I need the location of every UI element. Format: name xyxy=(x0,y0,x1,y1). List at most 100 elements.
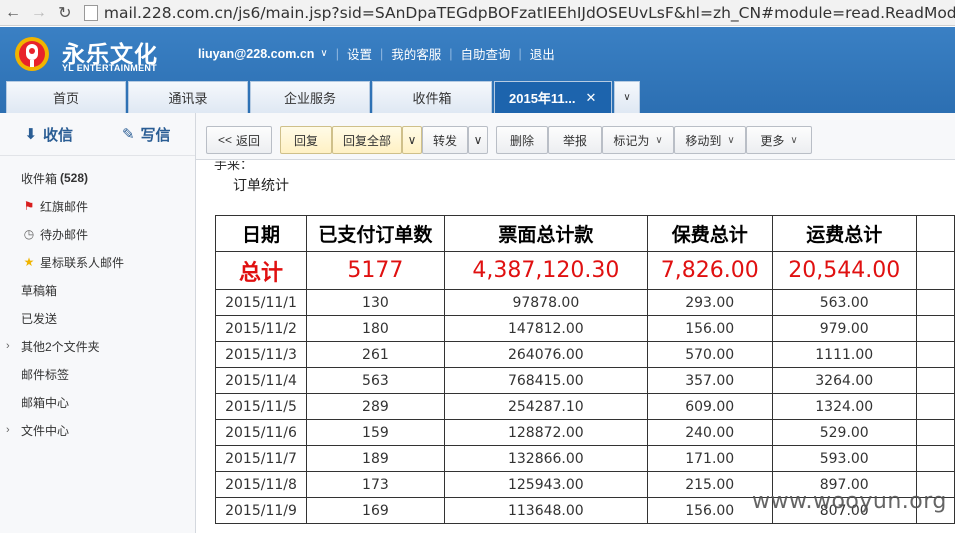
table-cell: 173 xyxy=(306,471,445,498)
table-cell-empty xyxy=(915,419,955,446)
table-cell: 240.00 xyxy=(646,419,773,446)
table-cell: 609.00 xyxy=(646,393,773,420)
brand-logo: 永乐文化 YL ENTERTAINMENT xyxy=(8,33,168,77)
total-cell: 5177 xyxy=(306,251,445,290)
reply-all-button[interactable]: 回复全部 xyxy=(332,126,402,154)
table-cell: 563 xyxy=(306,367,445,394)
table-row: 2015/11/2 180 147812.00 156.00 979.00 xyxy=(214,315,955,342)
url-field[interactable]: mail.228.com.cn/js6/main.jsp?sid=SAnDpaT… xyxy=(104,4,955,22)
self-service-link[interactable]: 自助查询 xyxy=(461,44,511,63)
forward-arrow-icon[interactable]: → xyxy=(26,4,52,22)
more-button[interactable]: 更多 ∨ xyxy=(746,126,812,154)
support-link[interactable]: 我的客服 xyxy=(391,44,441,63)
reload-icon[interactable]: ↻ xyxy=(52,3,78,23)
table-row: 2015/11/1 130 97878.00 293.00 563.00 xyxy=(214,289,955,316)
sidebar-item-drafts[interactable]: 草稿箱 xyxy=(0,276,195,304)
sidebar-item-sent[interactable]: 已发送 xyxy=(0,304,195,332)
mail-subject: 订单统计 xyxy=(233,177,289,193)
order-stats-table: 日期 已支付订单数 票面总计款 保费总计 运费总计 总计 5177 4,387,… xyxy=(214,215,955,524)
table-cell: 254287.10 xyxy=(443,393,648,420)
table-cell: 563.00 xyxy=(771,289,917,316)
mail-toolbar: << 返回 回复 回复全部 ∨ 转发 ∨ 删除 举报 标记为 ∨ 移动到 ∨ 更多 ∨ xyxy=(196,113,955,160)
chevron-down-icon: ∨ xyxy=(655,134,663,146)
table-cell: 130 xyxy=(306,289,445,316)
column-header: 票面总计款 xyxy=(443,215,648,252)
watermark: www.wooyun.org xyxy=(752,489,947,514)
table-cell: 159 xyxy=(306,419,445,446)
write-button[interactable]: ✎ 写信 xyxy=(98,124,196,145)
browser-address-bar: ← → ↻ mail.228.com.cn/js6/main.jsp?sid=S… xyxy=(0,0,955,26)
back-arrow-icon[interactable]: ← xyxy=(0,4,26,22)
table-cell: 189 xyxy=(306,445,445,472)
back-button[interactable]: << 返回 xyxy=(206,126,272,154)
table-cell: 289 xyxy=(306,393,445,420)
receive-button[interactable]: ⬇ 收信 xyxy=(0,124,98,145)
sidebar-item-file-center[interactable]: › 文件中心 xyxy=(0,416,195,444)
chevron-down-icon: ∨ xyxy=(790,134,798,146)
sidebar-item-inbox[interactable]: 收件箱 (528) xyxy=(0,164,195,192)
table-cell: 1111.00 xyxy=(771,341,917,368)
forward-dropdown-icon[interactable]: ∨ xyxy=(468,126,488,154)
top-menu: liuyan@228.com.cn ∨ | 设置 | 我的客服 | 自助查询 |… xyxy=(198,44,555,63)
table-cell: 156.00 xyxy=(646,315,773,342)
tab-active-mail[interactable]: 2015年11... ✕ xyxy=(494,81,612,113)
delete-button[interactable]: 删除 xyxy=(496,126,548,154)
sidebar-item-todo[interactable]: ◷ 待办邮件 xyxy=(0,220,195,248)
table-cell: 132866.00 xyxy=(443,445,648,472)
mark-as-button[interactable]: 标记为 ∨ xyxy=(602,126,674,154)
mail-prev-text: 手来： xyxy=(214,161,254,172)
star-icon: ★ xyxy=(23,255,35,269)
sidebar-item-other-folders[interactable]: › 其他2个文件夹 xyxy=(0,332,195,360)
red-flag-icon: ⚑ xyxy=(23,199,35,213)
chevron-down-icon: ∨ xyxy=(727,134,735,146)
table-cell: 2015/11/6 xyxy=(214,419,308,446)
table-row: 2015/11/7 189 132866.00 171.00 593.00 xyxy=(214,445,955,472)
chevron-right-icon[interactable]: › xyxy=(6,340,10,352)
tab-more-chevron-icon[interactable]: ∨ xyxy=(614,81,640,113)
column-header: 日期 xyxy=(214,215,308,252)
table-cell: 979.00 xyxy=(771,315,917,342)
table-cell: 570.00 xyxy=(646,341,773,368)
edit-icon: ✎ xyxy=(121,126,135,143)
table-cell: 2015/11/1 xyxy=(214,289,308,316)
account-name[interactable]: liuyan@228.com.cn xyxy=(198,47,314,61)
tab-bar: 首页 通讯录 企业服务 收件箱 2015年11... ✕ ∨ xyxy=(6,81,642,113)
chevron-down-icon[interactable]: ∨ xyxy=(320,48,327,59)
table-cell: 593.00 xyxy=(771,445,917,472)
table-cell: 357.00 xyxy=(646,367,773,394)
report-button[interactable]: 举报 xyxy=(548,126,602,154)
logo-subtext: YL ENTERTAINMENT xyxy=(62,63,157,73)
table-cell: 147812.00 xyxy=(443,315,648,342)
forward-button[interactable]: 转发 xyxy=(422,126,468,154)
tab-home[interactable]: 首页 xyxy=(6,81,126,113)
table-row: 2015/11/4 563 768415.00 357.00 3264.00 xyxy=(214,367,955,394)
tab-contacts[interactable]: 通讯录 xyxy=(128,81,248,113)
reply-button[interactable]: 回复 xyxy=(280,126,332,154)
table-cell: 113648.00 xyxy=(443,497,648,524)
logout-link[interactable]: 退出 xyxy=(530,44,555,63)
chevron-right-icon[interactable]: › xyxy=(6,424,10,436)
table-cell: 180 xyxy=(306,315,445,342)
column-header: 已支付订单数 xyxy=(306,215,445,252)
sidebar-item-starred[interactable]: ★ 星标联系人邮件 xyxy=(0,248,195,276)
column-header: 运费总计 xyxy=(771,215,917,252)
tab-active-label: 2015年11... xyxy=(509,91,576,106)
reply-dropdown-icon[interactable]: ∨ xyxy=(402,126,422,154)
move-to-button[interactable]: 移动到 ∨ xyxy=(674,126,746,154)
table-cell: 2015/11/8 xyxy=(214,471,308,498)
total-cell: 20,544.00 xyxy=(771,251,917,290)
tab-enterprise[interactable]: 企业服务 xyxy=(250,81,370,113)
sidebar-item-tags[interactable]: 邮件标签 xyxy=(0,360,195,388)
sidebar-item-flagged[interactable]: ⚑ 红旗邮件 xyxy=(0,192,195,220)
unread-count: (528) xyxy=(60,171,89,185)
tab-inbox[interactable]: 收件箱 xyxy=(372,81,492,113)
table-cell: 128872.00 xyxy=(443,419,648,446)
close-icon[interactable]: ✕ xyxy=(586,90,597,106)
settings-link[interactable]: 设置 xyxy=(347,44,372,63)
sidebar: ⬇ 收信 ✎ 写信 收件箱 (528) ⚑ 红旗邮件 ◷ 待办邮件 ★ 星标联系… xyxy=(0,113,196,533)
table-total-row: 总计 5177 4,387,120.30 7,826.00 20,544.00 xyxy=(214,251,955,290)
column-header-empty xyxy=(915,215,955,252)
sidebar-item-mail-center[interactable]: 邮箱中心 xyxy=(0,388,195,416)
table-cell: 97878.00 xyxy=(443,289,648,316)
table-cell-empty xyxy=(915,289,955,316)
